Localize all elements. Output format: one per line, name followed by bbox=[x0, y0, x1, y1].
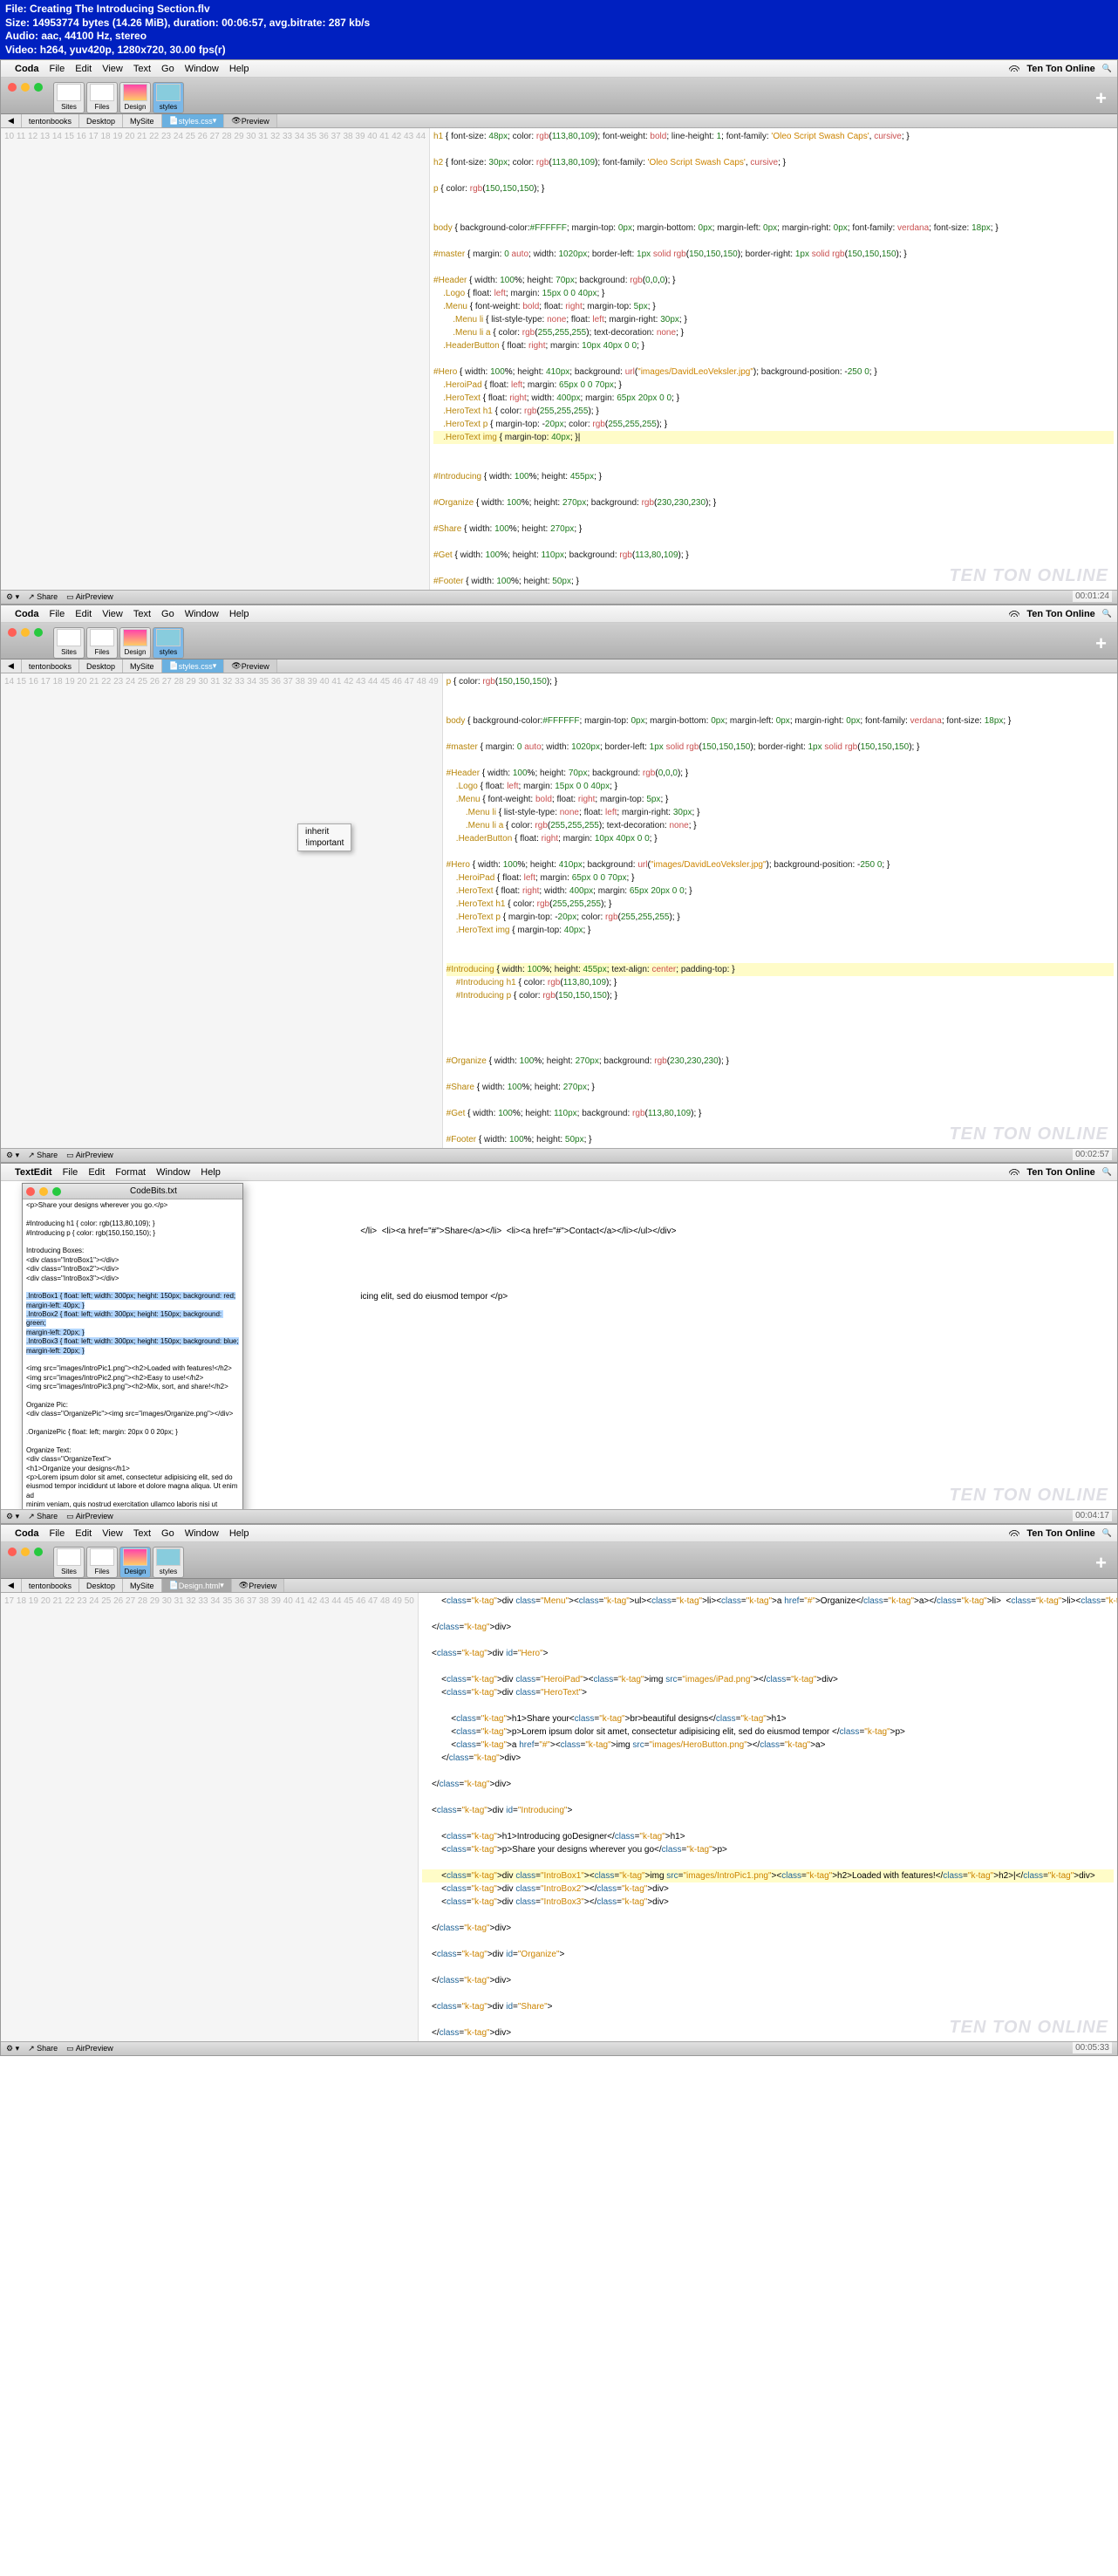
minimize-icon[interactable] bbox=[39, 1187, 48, 1196]
tool-design[interactable]: Design bbox=[119, 1547, 151, 1578]
crumb-file[interactable]: 📄 styles.css ▾ bbox=[162, 114, 225, 127]
statusbar: ⚙ ▾ ↗ Share ▭ AirPreview bbox=[1, 590, 1117, 604]
app-name[interactable]: Coda bbox=[15, 64, 39, 74]
search-icon[interactable]: 🔍 bbox=[1102, 609, 1112, 618]
add-icon[interactable]: + bbox=[1092, 1548, 1110, 1578]
watermark: TEN TON ONLINE bbox=[949, 566, 1108, 586]
menu-help[interactable]: Help bbox=[229, 64, 249, 74]
search-icon[interactable]: 🔍 bbox=[1102, 1167, 1112, 1177]
crumb-desktop[interactable]: Desktop bbox=[79, 114, 123, 127]
search-icon[interactable]: 🔍 bbox=[1102, 1528, 1112, 1538]
gear-icon[interactable]: ⚙ ▾ bbox=[6, 1151, 19, 1160]
timestamp-3: 00:04:17 bbox=[1073, 1510, 1112, 1521]
timestamp-4: 00:05:33 bbox=[1073, 2042, 1112, 2053]
tool-sites[interactable]: Sites bbox=[53, 627, 85, 659]
gear-icon[interactable]: ⚙ ▾ bbox=[6, 1512, 19, 1521]
menu-edit[interactable]: Edit bbox=[75, 609, 92, 619]
info-audio: Audio: aac, 44100 Hz, stereo bbox=[5, 30, 1113, 44]
close-icon[interactable] bbox=[8, 628, 17, 637]
textedit-body[interactable]: <p>Share your designs wherever you go.</… bbox=[23, 1199, 242, 1513]
close-icon[interactable] bbox=[26, 1187, 35, 1196]
app-name[interactable]: TextEdit bbox=[15, 1167, 52, 1178]
tool-files[interactable]: Files bbox=[86, 1547, 118, 1578]
status-share[interactable]: ↗ Share bbox=[28, 592, 58, 602]
tool-sites[interactable]: Sites bbox=[53, 82, 85, 113]
timestamp-1: 00:01:24 bbox=[1073, 591, 1112, 602]
wifi-icon[interactable] bbox=[1009, 1528, 1019, 1539]
zoom-icon[interactable] bbox=[34, 1548, 43, 1556]
add-icon[interactable]: + bbox=[1092, 629, 1110, 659]
menu-window[interactable]: Window bbox=[185, 64, 219, 74]
menu-go[interactable]: Go bbox=[161, 609, 174, 619]
status-airpreview[interactable]: ▭ AirPreview bbox=[66, 592, 113, 602]
crumb-root[interactable]: ◀ bbox=[1, 114, 22, 127]
info-video: Video: h264, yuv420p, 1280x720, 30.00 fp… bbox=[5, 44, 1113, 58]
code-editor-4[interactable]: 17 18 19 20 21 22 23 24 25 26 27 28 29 3… bbox=[1, 1593, 1117, 2041]
close-icon[interactable] bbox=[8, 1548, 17, 1556]
zoom-icon[interactable] bbox=[34, 628, 43, 637]
textedit-window[interactable]: CodeBits.txt <p>Share your designs where… bbox=[22, 1183, 243, 1514]
menu-view[interactable]: View bbox=[102, 64, 123, 74]
toolbar: Sites Files Design styles + bbox=[1, 78, 1117, 114]
hint-inherit[interactable]: inherit bbox=[300, 826, 349, 837]
brand: Ten Ton Online bbox=[1026, 64, 1094, 74]
tool-files[interactable]: Files bbox=[86, 82, 118, 113]
menubar: Coda File Edit View Text Go Window Help … bbox=[1, 605, 1117, 623]
tool-styles[interactable]: styles bbox=[153, 1547, 184, 1578]
pane-coda-4: Coda File Edit View Text Go Window Help … bbox=[0, 1524, 1118, 2056]
menu-view[interactable]: View bbox=[102, 609, 123, 619]
tool-files[interactable]: Files bbox=[86, 627, 118, 659]
menubar: Coda File Edit View Text Go Window Help … bbox=[1, 60, 1117, 78]
hint-important[interactable]: !important bbox=[300, 837, 349, 849]
zoom-icon[interactable] bbox=[34, 83, 43, 92]
crumb-mysite[interactable]: MySite bbox=[123, 114, 162, 127]
timestamp-2: 00:02:57 bbox=[1073, 1149, 1112, 1160]
textedit-title: CodeBits.txt bbox=[65, 1186, 242, 1196]
menu-go[interactable]: Go bbox=[161, 64, 174, 74]
menu-window[interactable]: Window bbox=[185, 609, 219, 619]
minimize-icon[interactable] bbox=[21, 83, 30, 92]
tool-styles[interactable]: styles bbox=[153, 82, 184, 113]
crumb-preview[interactable]: 👁 Preview bbox=[224, 114, 276, 127]
gear-icon[interactable]: ⚙ ▾ bbox=[6, 2044, 19, 2053]
menu-file[interactable]: File bbox=[50, 64, 65, 74]
pane-textedit: TextEdit File Edit Format Window Help Te… bbox=[0, 1163, 1118, 1524]
wifi-icon[interactable] bbox=[1009, 64, 1019, 74]
zoom-icon[interactable] bbox=[52, 1187, 61, 1196]
crumb-tentonbooks[interactable]: tentonbooks bbox=[22, 114, 79, 127]
menu-text[interactable]: Text bbox=[133, 64, 151, 74]
info-size: Size: 14953774 bytes (14.26 MiB), durati… bbox=[5, 17, 1113, 31]
crumb-file[interactable]: 📄 Design.html ▾ bbox=[162, 1579, 232, 1592]
tool-sites[interactable]: Sites bbox=[53, 1547, 85, 1578]
search-icon[interactable]: 🔍 bbox=[1102, 64, 1112, 73]
app-name[interactable]: Coda bbox=[15, 609, 39, 619]
code-hint-popup[interactable]: inherit !important bbox=[297, 823, 351, 851]
minimize-icon[interactable] bbox=[21, 628, 30, 637]
wifi-icon[interactable] bbox=[1009, 1167, 1019, 1178]
wifi-icon[interactable] bbox=[1009, 609, 1019, 619]
pane-coda-1: Coda File Edit View Text Go Window Help … bbox=[0, 59, 1118, 605]
window-controls bbox=[1, 79, 50, 95]
menu-file[interactable]: File bbox=[50, 609, 65, 619]
pane-coda-2: Coda File Edit View Text Go Window Help … bbox=[0, 605, 1118, 1163]
code-editor-1[interactable]: 10 11 12 13 14 15 16 17 18 19 20 21 22 2… bbox=[1, 128, 1117, 590]
close-icon[interactable] bbox=[8, 83, 17, 92]
tool-design[interactable]: Design bbox=[119, 82, 151, 113]
menu-help[interactable]: Help bbox=[229, 609, 249, 619]
tool-design[interactable]: Design bbox=[119, 627, 151, 659]
minimize-icon[interactable] bbox=[21, 1548, 30, 1556]
info-file: File: Creating The Introducing Section.f… bbox=[5, 3, 1113, 17]
menu-text[interactable]: Text bbox=[133, 609, 151, 619]
gear-icon[interactable]: ⚙ ▾ bbox=[6, 592, 19, 602]
video-info-bar: File: Creating The Introducing Section.f… bbox=[0, 0, 1118, 59]
add-icon[interactable]: + bbox=[1092, 84, 1110, 113]
code-editor-2[interactable]: 14 15 16 17 18 19 20 21 22 23 24 25 26 2… bbox=[1, 673, 1117, 1148]
breadcrumb: ◀ tentonbooks Desktop MySite 📄 styles.cs… bbox=[1, 114, 1117, 128]
selected-text: .IntroBox1 { float: left; width: 300px; … bbox=[26, 1292, 239, 1354]
tool-styles[interactable]: styles bbox=[153, 627, 184, 659]
menu-edit[interactable]: Edit bbox=[75, 64, 92, 74]
